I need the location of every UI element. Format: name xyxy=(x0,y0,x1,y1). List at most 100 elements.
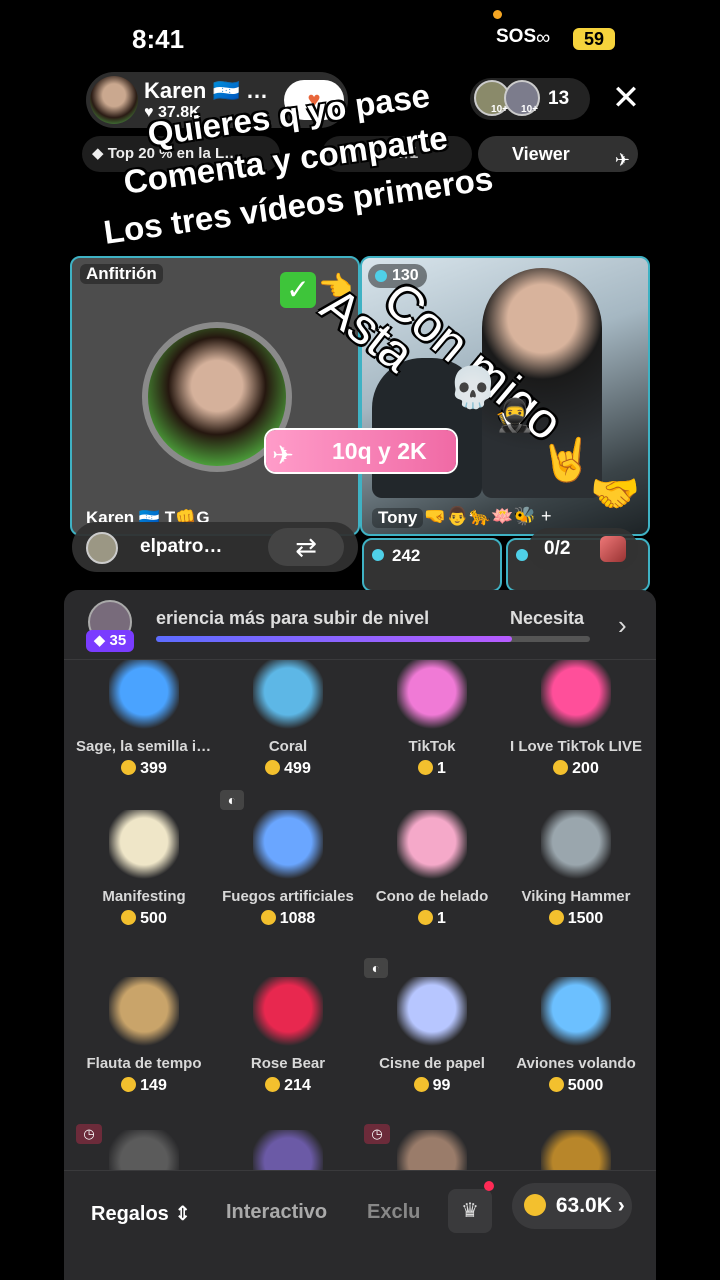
gift-name: Rose Bear xyxy=(250,1055,326,1072)
gift-price-value: 200 xyxy=(572,760,599,777)
diamond-icon: ◆ xyxy=(92,145,104,162)
gift-price-value: 1088 xyxy=(279,910,316,927)
gift-item[interactable] xyxy=(216,1100,360,1180)
gift-item[interactable]: I Love TikTok LIVE 200 xyxy=(504,660,648,797)
host-video-panel[interactable]: Anfitrión ✓ 👈 Karen 🇭🇳 T👊G xyxy=(70,256,360,536)
gift-item[interactable]: Rose Bear 214 xyxy=(216,947,360,1114)
viewer-list[interactable]: 10+ 10+ 13 xyxy=(470,78,590,120)
gift-tab-bar: Regalos ⇕ Interactivo Exclu ♛ 63.0K › xyxy=(64,1170,656,1280)
gift-icon xyxy=(253,660,323,730)
tab-regalos[interactable]: Regalos ⇕ xyxy=(91,1201,191,1226)
coin-icon xyxy=(524,1194,546,1216)
guest-avatar[interactable] xyxy=(86,532,118,564)
gift-item[interactable] xyxy=(504,1100,648,1180)
gift-icon xyxy=(397,660,467,730)
gift-icon xyxy=(253,810,323,880)
level-progress-row[interactable]: ◆ 35 eriencia más para subir de nivel Ne… xyxy=(64,590,656,660)
level-badge: ◆ 35 xyxy=(86,630,134,652)
gift-price: 1 xyxy=(360,760,504,778)
gift-item[interactable]: Sage, la semilla int... 399 xyxy=(72,660,216,797)
gift-price-value: 1500 xyxy=(567,910,604,927)
gift-price: 1 xyxy=(360,910,504,928)
gift-name: Manifesting xyxy=(102,888,186,905)
gift-price: 1088 xyxy=(216,910,360,928)
gift-item[interactable]: TikTok 1 xyxy=(360,660,504,797)
coin-icon xyxy=(413,1077,429,1092)
coin-icon xyxy=(121,910,137,925)
tab-exclusivo[interactable]: Exclu xyxy=(367,1201,423,1224)
gift-icon xyxy=(253,977,323,1047)
viewer-count: 13 xyxy=(548,88,570,109)
gift-item[interactable]: Viking Hammer 1500 xyxy=(504,780,648,947)
viewer-avatar[interactable]: 10+ xyxy=(504,80,540,116)
swap-button[interactable]: ⇄ xyxy=(268,528,344,566)
gift-price-value: 214 xyxy=(284,1077,311,1094)
host-avatar[interactable] xyxy=(90,76,138,124)
status-time: 8:41 xyxy=(132,24,185,54)
gift-icon xyxy=(397,977,467,1047)
gift-icon xyxy=(541,977,611,1047)
coin-icon xyxy=(418,760,434,775)
guest-name: elpatro… xyxy=(140,536,223,557)
gift-name: Viking Hammer xyxy=(521,888,631,905)
gift-name: Fuegos artificiales xyxy=(222,888,354,905)
gift-item[interactable]: Manifesting 500 xyxy=(72,780,216,947)
battery-icon: 59 xyxy=(573,28,615,50)
status-bar: 8:41 SOS ∞ 59 xyxy=(0,0,720,70)
crown-icon[interactable]: ♛ xyxy=(448,1189,492,1233)
gift-icon xyxy=(109,810,179,880)
gift-price-value: 1 xyxy=(437,910,446,927)
gift-name: Aviones volando xyxy=(516,1055,636,1072)
goal-sticker: ✈ 10q y 2K xyxy=(266,430,456,472)
level-progress-bar xyxy=(156,636,590,642)
mini-panel[interactable]: 242 xyxy=(362,538,502,592)
chevron-right-icon[interactable]: › xyxy=(618,610,627,641)
notification-dot xyxy=(484,1181,494,1191)
gift-price-value: 5000 xyxy=(567,1077,604,1094)
slots-indicator[interactable]: 0/2 xyxy=(528,528,638,570)
palette-icon: ◐ xyxy=(220,790,244,810)
gift-item[interactable]: Aviones volando 5000 xyxy=(504,947,648,1114)
gift-price-value: 399 xyxy=(140,760,167,777)
gift-name: Flauta de tempo xyxy=(86,1055,202,1072)
guest-strip[interactable]: elpatro… ⇄ xyxy=(72,522,358,572)
gift-item[interactable]: Cono de helado 1 xyxy=(360,780,504,947)
gift-price: 1500 xyxy=(504,910,648,928)
plane-icon: ✈ xyxy=(614,150,630,170)
timer-icon: ◷ xyxy=(76,1124,102,1144)
gift-item[interactable]: Coral 499 xyxy=(216,660,360,797)
level-progress-text: eriencia más para subir de nivel xyxy=(156,608,430,628)
satellite-icon: ∞ xyxy=(536,27,551,49)
rock-hand-icon: 🤘 xyxy=(540,436,593,483)
gift-panel: ◆ 35 eriencia más para subir de nivel Ne… xyxy=(64,590,656,1280)
gift-price-value: 149 xyxy=(140,1077,167,1094)
gift-price: 99 xyxy=(360,1077,504,1095)
gift-icon xyxy=(541,660,611,730)
gift-price-value: 99 xyxy=(432,1077,451,1094)
coin-icon xyxy=(418,910,434,925)
coin-icon xyxy=(265,1077,281,1092)
close-icon[interactable]: ✕ xyxy=(610,80,642,116)
gift-name: Cono de helado xyxy=(375,888,489,905)
gift-name: TikTok xyxy=(408,738,456,755)
coin-icon xyxy=(265,760,281,775)
check-icon: ✓ xyxy=(280,272,316,308)
status-sos: SOS xyxy=(496,26,537,47)
slots-value: 0/2 xyxy=(544,538,571,559)
coin-balance: 63.0K xyxy=(555,1194,612,1217)
gift-name: Coral xyxy=(268,738,308,755)
viewer-button[interactable]: Viewer ✈ xyxy=(478,136,638,172)
gift-item[interactable]: Flauta de tempo 149 xyxy=(72,947,216,1114)
tab-interactivo[interactable]: Interactivo xyxy=(226,1201,327,1224)
ninja-icon: 🥷 xyxy=(494,397,534,433)
coin-icon xyxy=(548,910,564,925)
coin-balance-button[interactable]: 63.0K › xyxy=(512,1183,632,1229)
gift-price-value: 1 xyxy=(437,760,446,777)
airplane-icon: ✈ xyxy=(272,440,294,470)
gift-price: 499 xyxy=(216,760,360,778)
gift-icon xyxy=(109,977,179,1047)
sticker-text: 10q y 2K xyxy=(332,438,427,464)
gift-icon xyxy=(397,810,467,880)
gift-price: 5000 xyxy=(504,1077,648,1095)
gift-price: 149 xyxy=(72,1077,216,1095)
